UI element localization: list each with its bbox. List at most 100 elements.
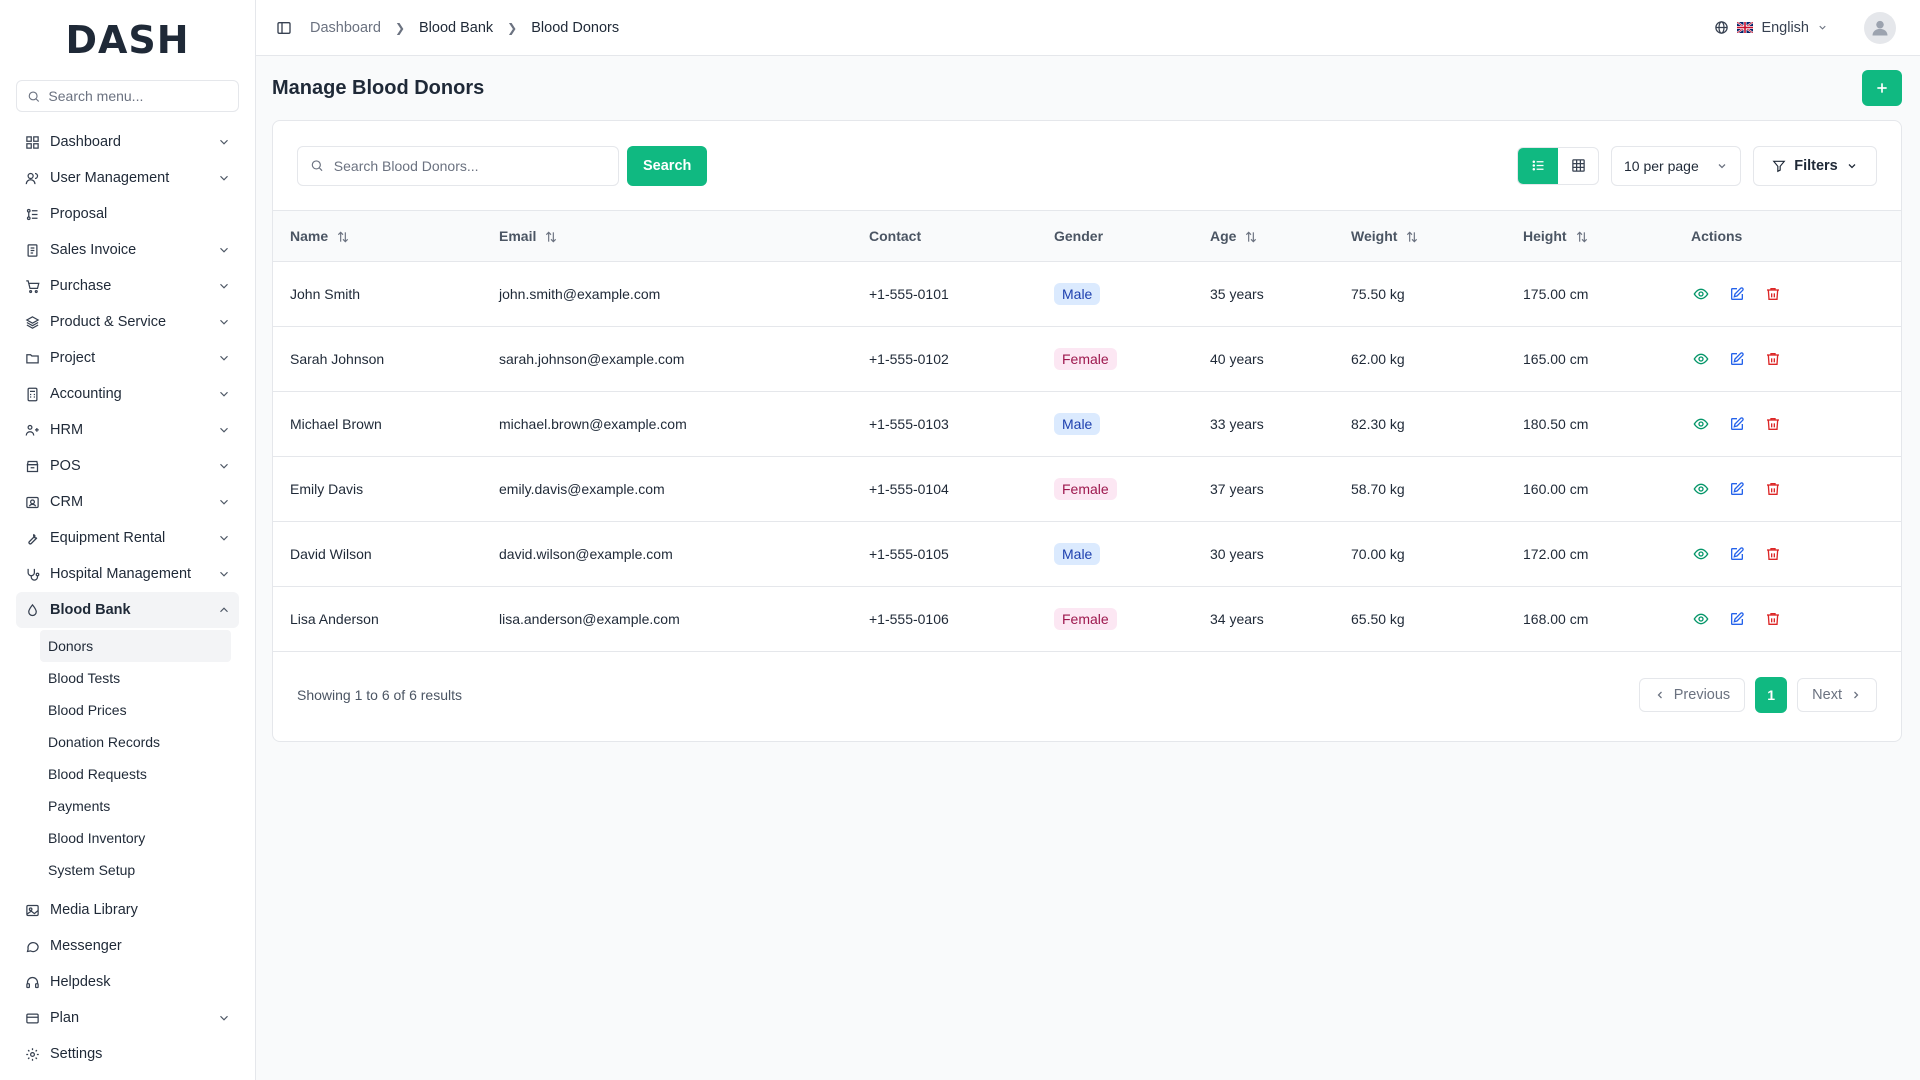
column-header-weight[interactable]: Weight — [1334, 211, 1506, 261]
sidebar-item-user-management[interactable]: User Management — [16, 160, 239, 196]
column-header-contact: Contact — [852, 211, 1037, 261]
sort-icon[interactable] — [336, 230, 350, 244]
edit-icon[interactable] — [1727, 609, 1747, 629]
breadcrumb-dashboard[interactable]: Dashboard — [310, 20, 381, 36]
sidebar-item-equipment-rental[interactable]: Equipment Rental — [16, 520, 239, 556]
sidebar-item-proposal[interactable]: Proposal — [16, 196, 239, 232]
sidebar-item-label: User Management — [50, 170, 170, 186]
delete-icon[interactable] — [1763, 414, 1783, 434]
app-logo[interactable]: DASH — [16, 0, 239, 80]
donor-height: 172.00 cm — [1523, 545, 1589, 562]
sidebar-item-accounting[interactable]: Accounting — [16, 376, 239, 412]
view-icon[interactable] — [1691, 544, 1711, 564]
breadcrumb-blood-bank[interactable]: Blood Bank — [419, 20, 493, 36]
list-view-button[interactable] — [1518, 147, 1558, 184]
gender-badge: Male — [1054, 542, 1101, 565]
logo-text: DASH — [65, 18, 190, 62]
column-header-name[interactable]: Name — [273, 211, 482, 261]
add-donor-button[interactable] — [1862, 70, 1902, 106]
filters-button[interactable]: Filters — [1753, 145, 1877, 186]
chevron-down-icon — [220, 535, 228, 541]
sidebar-item-product-and-service[interactable]: Product & Service — [16, 304, 239, 340]
next-page-button[interactable]: Next — [1797, 677, 1877, 712]
globe-icon — [1715, 21, 1729, 34]
sidebar-item-purchase[interactable]: Purchase — [16, 268, 239, 304]
donor-contact: +1-555-0103 — [869, 415, 949, 432]
avatar[interactable] — [1864, 11, 1896, 44]
sidebar-item-blood-bank[interactable]: Blood Bank — [16, 592, 239, 628]
sidebar: DASH Dashboard User Management Proposal Sal… — [0, 0, 256, 1080]
sort-icon[interactable] — [1575, 230, 1589, 244]
chevron-down-icon — [220, 319, 228, 325]
sort-icon[interactable] — [1244, 230, 1258, 244]
delete-icon[interactable] — [1763, 609, 1783, 629]
subnav-item-blood-requests[interactable]: Blood Requests — [40, 758, 231, 790]
headset-icon — [24, 974, 40, 990]
column-header-email[interactable]: Email — [482, 211, 852, 261]
column-header-label: Name — [290, 227, 329, 244]
previous-page-button[interactable]: Previous — [1638, 677, 1746, 712]
sidebar-item-hospital-management[interactable]: Hospital Management — [16, 556, 239, 592]
sidebar-item-dashboard[interactable]: Dashboard — [16, 124, 239, 160]
sidebar-item-hrm[interactable]: HRM — [16, 412, 239, 448]
menu-search-input[interactable] — [48, 88, 228, 104]
search-button[interactable]: Search — [627, 145, 708, 186]
edit-icon[interactable] — [1727, 479, 1747, 499]
chevron-left-icon — [1657, 691, 1662, 698]
sidebar-item-helpdesk[interactable]: Helpdesk — [16, 964, 239, 1000]
sidebar-item-settings[interactable]: Settings — [16, 1036, 239, 1072]
sidebar-item-pos[interactable]: POS — [16, 448, 239, 484]
donor-age: 40 years — [1210, 350, 1264, 367]
view-icon[interactable] — [1691, 609, 1711, 629]
delete-icon[interactable] — [1763, 544, 1783, 564]
view-icon[interactable] — [1691, 349, 1711, 369]
sidebar-item-sales-invoice[interactable]: Sales Invoice — [16, 232, 239, 268]
chevron-down-icon — [220, 139, 228, 145]
donor-name: Michael Brown — [290, 415, 382, 432]
sidebar-item-messenger[interactable]: Messenger — [16, 928, 239, 964]
sidebar-item-crm[interactable]: CRM — [16, 484, 239, 520]
subnav-item-blood-tests[interactable]: Blood Tests — [40, 662, 231, 694]
view-icon[interactable] — [1691, 479, 1711, 499]
column-header-age[interactable]: Age — [1193, 211, 1334, 261]
donor-weight: 62.00 kg — [1351, 350, 1405, 367]
donors-table: Name Email Contact Gender Age Weight Height Act… — [273, 211, 1901, 652]
gender-badge: Female — [1054, 477, 1117, 500]
sidebar-item-project[interactable]: Project — [16, 340, 239, 376]
view-icon[interactable] — [1691, 414, 1711, 434]
filters-label: Filters — [1794, 157, 1838, 174]
blood-bank-subnav: Donors Blood Tests Blood Prices Donation Re… — [16, 630, 239, 886]
column-header-height[interactable]: Height — [1506, 211, 1674, 261]
grid-view-button[interactable] — [1558, 148, 1598, 184]
subnav-item-donation-records[interactable]: Donation Records — [40, 726, 231, 758]
per-page-select[interactable]: 10 per page — [1611, 145, 1741, 186]
edit-icon[interactable] — [1727, 349, 1747, 369]
donor-search — [297, 145, 619, 186]
subnav-item-blood-prices[interactable]: Blood Prices — [40, 694, 231, 726]
edit-icon[interactable] — [1727, 414, 1747, 434]
edit-icon[interactable] — [1727, 284, 1747, 304]
language-selector[interactable]: English — [1714, 20, 1828, 36]
donor-age: 37 years — [1210, 480, 1264, 497]
donor-email: john.smith@example.com — [499, 285, 661, 302]
donor-search-input[interactable] — [333, 157, 606, 174]
subnav-item-blood-inventory[interactable]: Blood Inventory — [40, 822, 231, 854]
page-number-button[interactable]: 1 — [1755, 676, 1788, 713]
edit-icon[interactable] — [1727, 544, 1747, 564]
previous-label: Previous — [1673, 686, 1731, 703]
sort-icon[interactable] — [1405, 230, 1419, 244]
view-icon[interactable] — [1691, 284, 1711, 304]
subnav-item-system-setup[interactable]: System Setup — [40, 854, 231, 886]
subnav-item-payments[interactable]: Payments — [40, 790, 231, 822]
delete-icon[interactable] — [1763, 479, 1783, 499]
subnav-item-donors[interactable]: Donors — [40, 630, 231, 662]
sort-icon[interactable] — [544, 230, 558, 244]
sidebar-item-media-library[interactable]: Media Library — [16, 892, 239, 928]
delete-icon[interactable] — [1763, 349, 1783, 369]
table-toolbar: Search 10 per page — [273, 121, 1901, 211]
sidebar-toggle-icon[interactable] — [276, 20, 292, 36]
delete-icon[interactable] — [1763, 284, 1783, 304]
donor-gender-cell: Male — [1037, 261, 1193, 326]
droplet-icon — [24, 602, 40, 618]
sidebar-item-plan[interactable]: Plan — [16, 1000, 239, 1036]
